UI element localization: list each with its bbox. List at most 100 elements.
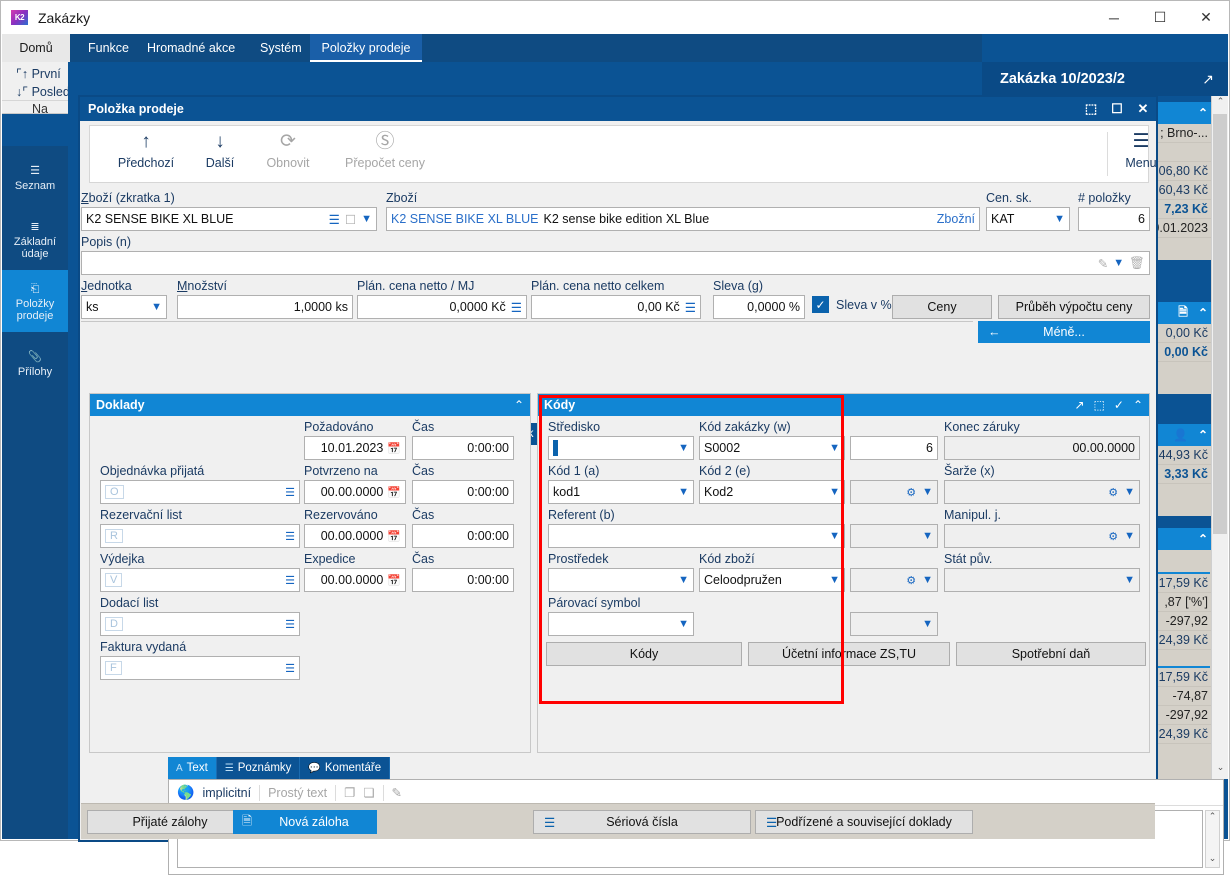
gear-icon[interactable]: ⚙ (1108, 530, 1118, 543)
hidden-field-2[interactable]: ⚙ ▼ (850, 480, 938, 504)
scroll-down-arrow[interactable]: ⌄ (1212, 762, 1229, 779)
dropdown-icon[interactable]: ▼ (678, 574, 689, 586)
cas-input-3[interactable]: 0:00:00 (412, 524, 514, 548)
rezervacni-list-input[interactable]: R ☰ (100, 524, 300, 548)
dropdown-icon[interactable]: ▼ (678, 618, 689, 630)
sleva-input[interactable]: 0,0000 % (713, 295, 805, 319)
paste-icon[interactable]: ❏ (363, 785, 374, 800)
potvrzeno-na-input[interactable]: 00.00.0000 📅 (304, 480, 406, 504)
sarze-input[interactable]: ⚙ ▼ (944, 480, 1140, 504)
zbozi-zkratka-input[interactable]: K2 SENSE BIKE XL BLUE ☰ ☐ ▼ (81, 207, 377, 231)
note-tab-poznamky[interactable]: ☰ Poznámky (216, 757, 301, 779)
sidebar-item-zakladni-udaje[interactable]: ≣ Základní údaje (2, 208, 68, 270)
pozadovano-input[interactable]: 10.01.2023 📅 (304, 436, 406, 460)
ceny-button[interactable]: Ceny (892, 295, 992, 319)
save-icon[interactable]: ⬚ (1094, 398, 1105, 412)
predchozi-button[interactable]: ↑ Předchozí (108, 130, 184, 170)
sleva-v-pct-checkbox[interactable]: ✓ (812, 296, 829, 313)
rezervovano-input[interactable]: 00.00.0000 📅 (304, 524, 406, 548)
pocet-polozky-input[interactable]: 6 (1078, 207, 1150, 231)
save-icon[interactable]: ⬚ (1078, 101, 1104, 117)
konec-zaruky-input[interactable]: 00.00.0000 (944, 436, 1140, 460)
pencil-icon[interactable]: ✎ (392, 785, 402, 800)
scroll-up-arrow[interactable]: ⌃ (1206, 811, 1219, 825)
pocet-polozky-2-input[interactable]: 6 (850, 436, 938, 460)
calendar-icon[interactable]: 📅 (387, 530, 401, 543)
referent-input[interactable]: ▼ (548, 524, 845, 548)
chevron-up-icon[interactable]: ⌃ (514, 398, 524, 412)
dropdown-icon[interactable]: ▼ (678, 442, 689, 454)
dropdown-icon[interactable]: ▼ (361, 213, 372, 225)
pencil-icon[interactable]: ✎ (1098, 256, 1108, 271)
chevron-up-icon[interactable]: ⌃ (1198, 106, 1208, 120)
dropdown-icon[interactable]: ▼ (829, 574, 840, 586)
note-style-select[interactable]: implicitní (202, 786, 251, 800)
minimize-icon[interactable]: ─ (1091, 1, 1137, 34)
dropdown-icon[interactable]: ▼ (1124, 530, 1135, 542)
hidden-field-4[interactable]: ⚙ ▼ (850, 568, 938, 592)
chevron-up-icon[interactable]: ⌃ (1198, 306, 1208, 320)
dropdown-icon[interactable]: ▼ (678, 486, 689, 498)
layers-icon[interactable]: ☰ (685, 300, 696, 315)
expedice-input[interactable]: 00.00.0000 📅 (304, 568, 406, 592)
chevron-up-icon[interactable]: ⌃ (1198, 532, 1208, 546)
kody-button[interactable]: Kódy (546, 642, 742, 666)
calendar-icon[interactable]: 📅 (387, 574, 401, 587)
dropdown-icon[interactable]: ▼ (922, 618, 933, 630)
prubeh-vypoctu-ceny-button[interactable]: Průběh výpočtu ceny (998, 295, 1150, 319)
plan-cena-mj-input[interactable]: 0,0000 Kč ☰ (357, 295, 527, 319)
zbozi-input[interactable]: K2 SENSE BIKE XL BLUE K2 sense bike edit… (386, 207, 980, 231)
calendar-icon[interactable]: 📅 (387, 442, 401, 455)
ribbon-tab-hromadne-akce[interactable]: Hromadné akce (131, 34, 251, 62)
kod1-input[interactable]: kod1 ▼ (548, 480, 694, 504)
book-icon[interactable]: ☰ (285, 530, 295, 543)
dropdown-icon[interactable]: ▼ (922, 574, 933, 586)
dalsi-button[interactable]: ↓ Další (194, 130, 246, 170)
scrollbar-thumb[interactable] (1213, 114, 1227, 534)
dropdown-icon[interactable]: ▼ (829, 486, 840, 498)
note-tab-text[interactable]: A Text (168, 757, 217, 779)
dropdown-icon[interactable]: ▼ (829, 442, 840, 454)
dropdown-icon[interactable]: ▼ (1124, 574, 1135, 586)
chevron-up-icon[interactable]: ⌃ (1133, 398, 1143, 412)
faktura-vydana-input[interactable]: F ☰ (100, 656, 300, 680)
gear-icon[interactable]: ⚙ (1108, 486, 1118, 499)
objednavka-prijata-input[interactable]: O ☰ (100, 480, 300, 504)
obnovit-button[interactable]: ⟳ Obnovit (256, 130, 320, 170)
mene-button[interactable]: ← Méně... (978, 321, 1150, 343)
menu-button[interactable]: ☰ Menu (1114, 130, 1168, 170)
scroll-down-arrow[interactable]: ⌄ (1206, 853, 1219, 867)
open-external-icon[interactable]: ↗ (1074, 398, 1084, 412)
manipul-j-input[interactable]: ⚙ ▼ (944, 524, 1140, 548)
chevron-up-icon[interactable]: ⌃ (1198, 428, 1208, 442)
close-icon[interactable]: ✕ (1130, 101, 1156, 117)
copy-icon[interactable]: ❐ (344, 785, 355, 800)
kod2-input[interactable]: Kod2 ▼ (699, 480, 845, 504)
cen-sk-input[interactable]: KAT ▼ (986, 207, 1070, 231)
stat-puv-input[interactable]: ▼ (944, 568, 1140, 592)
maximize-icon[interactable]: ☐ (1104, 101, 1130, 117)
close-icon[interactable]: ✕ (1183, 1, 1229, 34)
book-icon[interactable]: ☰ (285, 618, 295, 631)
sidebar-item-polozky-prodeje[interactable]: ⎗ Položky prodeje (2, 270, 68, 332)
cas-input-1[interactable]: 0:00:00 (412, 436, 514, 460)
dodaci-list-input[interactable]: D ☰ (100, 612, 300, 636)
globe-icon[interactable]: 🌎 (177, 784, 194, 801)
scroll-up-arrow[interactable]: ⌃ (1212, 96, 1229, 113)
check-icon[interactable]: ✓ (1114, 398, 1124, 412)
prepocet-ceny-button[interactable]: Ⓢ Přepočet ceny (330, 130, 440, 170)
dropdown-icon[interactable]: ▼ (1124, 486, 1135, 498)
cas-input-4[interactable]: 0:00:00 (412, 568, 514, 592)
ribbon-tab-system[interactable]: Systém (244, 34, 318, 62)
layers-icon[interactable]: ☰ (329, 212, 340, 227)
calendar-icon[interactable]: 📅 (387, 486, 401, 499)
background-scrollbar[interactable]: ⌃ ⌄ (1211, 96, 1228, 779)
note-scrollbar[interactable]: ⌃ ⌄ (1205, 810, 1220, 868)
prijate-zalohy-button[interactable]: Přijaté zálohy (87, 810, 253, 834)
kod-zbozi-input[interactable]: Celoodpružen ▼ (699, 568, 845, 592)
trash-icon[interactable]: 🗑 (1129, 256, 1145, 271)
gear-icon[interactable]: ⚙ (906, 574, 916, 587)
plan-cena-celkem-input[interactable]: 0,00 Kč ☰ (531, 295, 701, 319)
book-icon[interactable]: ☰ (285, 662, 295, 675)
spotrebni-dan-button[interactable]: Spotřební daň (956, 642, 1146, 666)
